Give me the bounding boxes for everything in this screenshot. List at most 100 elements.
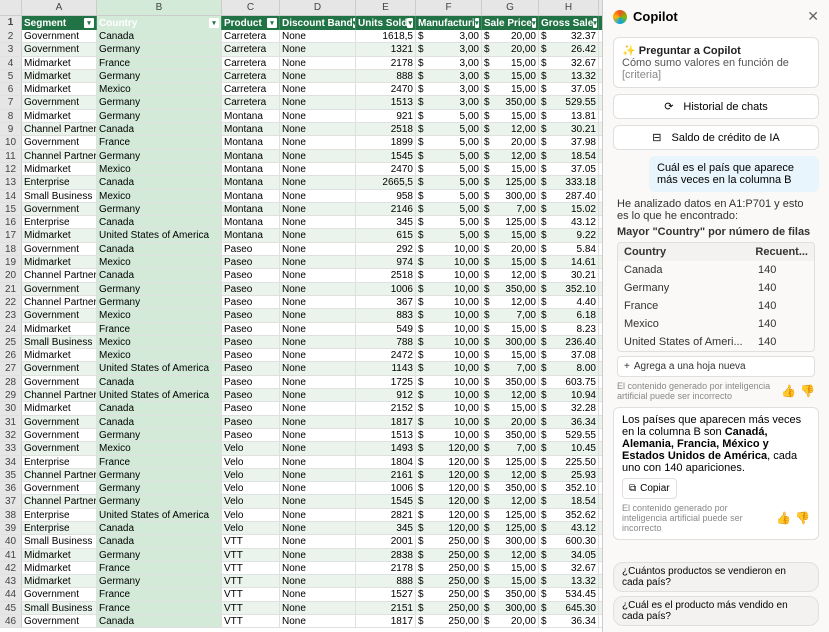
cell-discount[interactable]: None — [280, 70, 356, 82]
cell-discount[interactable]: None — [280, 575, 356, 587]
filter-icon[interactable]: ▾ — [475, 18, 479, 28]
header-cell[interactable]: Manufacturi▾ — [416, 16, 482, 30]
table-row[interactable]: 38 Enterprise United States of America V… — [0, 509, 602, 522]
add-to-sheet-button[interactable]: Agrega a una hoja nueva — [617, 356, 815, 377]
cell-product[interactable]: VTT — [222, 575, 280, 587]
cell-sale-price[interactable]: $12,00 — [482, 296, 539, 308]
cell-country[interactable]: Canada — [97, 402, 222, 414]
cell-country[interactable]: France — [97, 136, 222, 148]
row-number[interactable]: 45 — [0, 602, 22, 614]
cell-manufacturing[interactable]: $10,00 — [416, 402, 482, 414]
cell-product[interactable]: Montana — [222, 136, 280, 148]
cell-country[interactable]: United States of America — [97, 389, 222, 401]
cell-units[interactable]: 1527 — [356, 588, 416, 600]
cell-manufacturing[interactable]: $10,00 — [416, 296, 482, 308]
cell-units[interactable]: 1545 — [356, 495, 416, 507]
row-number[interactable]: 22 — [0, 296, 22, 308]
cell-segment[interactable]: Small Business — [22, 535, 97, 547]
table-row[interactable]: 46 Government Canada VTT None 1817 $250,… — [0, 615, 602, 628]
table-row[interactable]: 15 Government Germany Montana None 2146 … — [0, 203, 602, 216]
cell-segment[interactable]: Enterprise — [22, 456, 97, 468]
cell-units[interactable]: 888 — [356, 70, 416, 82]
cell-country[interactable]: Germany — [97, 296, 222, 308]
cell-sale-price[interactable]: $15,00 — [482, 349, 539, 361]
cell-sale-price[interactable]: $15,00 — [482, 323, 539, 335]
thumbs-up-icon[interactable]: 👍 — [781, 384, 796, 398]
cell-gross-sale[interactable]: $37.08 — [539, 349, 599, 361]
table-row[interactable]: 19 Midmarket Mexico Paseo None 974 $10,0… — [0, 256, 602, 269]
cell-units[interactable]: 2838 — [356, 549, 416, 561]
cell-gross-sale[interactable]: $6.18 — [539, 309, 599, 321]
cell-gross-sale[interactable]: $32.37 — [539, 30, 599, 42]
cell-gross-sale[interactable]: $30.21 — [539, 269, 599, 281]
row-number[interactable]: 41 — [0, 549, 22, 561]
cell-segment[interactable]: Government — [22, 429, 97, 441]
cell-discount[interactable]: None — [280, 376, 356, 388]
cell-product[interactable]: Velo — [222, 482, 280, 494]
cell-country[interactable]: France — [97, 588, 222, 600]
cell-manufacturing[interactable]: $10,00 — [416, 429, 482, 441]
cell-units[interactable]: 1899 — [356, 136, 416, 148]
cell-units[interactable]: 2001 — [356, 535, 416, 547]
cell-discount[interactable]: None — [280, 416, 356, 428]
cell-units[interactable]: 615 — [356, 229, 416, 241]
row-number[interactable]: 8 — [0, 110, 22, 122]
cell-segment[interactable]: Midmarket — [22, 256, 97, 268]
cell-units[interactable]: 2470 — [356, 163, 416, 175]
table-row[interactable]: 21 Government Germany Paseo None 1006 $1… — [0, 283, 602, 296]
select-all-corner[interactable] — [0, 0, 22, 15]
cell-units[interactable]: 2161 — [356, 469, 416, 481]
cell-product[interactable]: Paseo — [222, 376, 280, 388]
cell-manufacturing[interactable]: $5,00 — [416, 123, 482, 135]
close-icon[interactable]: ✕ — [807, 8, 819, 25]
cell-gross-sale[interactable]: $34.05 — [539, 549, 599, 561]
table-row[interactable]: 28 Government Canada Paseo None 1725 $10… — [0, 376, 602, 389]
table-row[interactable]: 3 Government Germany Carretera None 1321… — [0, 43, 602, 56]
cell-sale-price[interactable]: $12,00 — [482, 269, 539, 281]
cell-sale-price[interactable]: $15,00 — [482, 256, 539, 268]
cell-gross-sale[interactable]: $8.00 — [539, 362, 599, 374]
cell-gross-sale[interactable]: $603.75 — [539, 376, 599, 388]
cell-segment[interactable]: Government — [22, 243, 97, 255]
row-number[interactable]: 26 — [0, 349, 22, 361]
cell-product[interactable]: Montana — [222, 229, 280, 241]
table-row[interactable]: 32 Government Germany Paseo None 1513 $1… — [0, 429, 602, 442]
cell-sale-price[interactable]: $15,00 — [482, 163, 539, 175]
thumbs-down-icon[interactable]: 👎 — [795, 511, 810, 525]
cell-sale-price[interactable]: $20,00 — [482, 243, 539, 255]
row-number[interactable]: 38 — [0, 509, 22, 521]
cell-sale-price[interactable]: $350,00 — [482, 482, 539, 494]
cell-country[interactable]: Canada — [97, 376, 222, 388]
cell-units[interactable]: 2178 — [356, 562, 416, 574]
table-row[interactable]: 24 Midmarket France Paseo None 549 $10,0… — [0, 323, 602, 336]
cell-sale-price[interactable]: $20,00 — [482, 416, 539, 428]
table-row[interactable]: 44 Government France VTT None 1527 $250,… — [0, 588, 602, 601]
cell-segment[interactable]: Midmarket — [22, 70, 97, 82]
table-row[interactable]: 5 Midmarket Germany Carretera None 888 $… — [0, 70, 602, 83]
cell-segment[interactable]: Channel Partners — [22, 296, 97, 308]
table-row[interactable]: 2 Government Canada Carretera None 1618,… — [0, 30, 602, 43]
cell-sale-price[interactable]: $7,00 — [482, 362, 539, 374]
row-number[interactable]: 2 — [0, 30, 22, 42]
table-row[interactable]: 8 Midmarket Germany Montana None 921 $5,… — [0, 110, 602, 123]
cell-units[interactable]: 921 — [356, 110, 416, 122]
row-number[interactable]: 1 — [0, 16, 22, 30]
cell-manufacturing[interactable]: $10,00 — [416, 323, 482, 335]
cell-manufacturing[interactable]: $5,00 — [416, 229, 482, 241]
cell-gross-sale[interactable]: $25.93 — [539, 469, 599, 481]
row-number[interactable]: 31 — [0, 416, 22, 428]
cell-country[interactable]: Canada — [97, 615, 222, 627]
thumbs-down-icon[interactable]: 👎 — [800, 384, 815, 398]
cell-manufacturing[interactable]: $3,00 — [416, 96, 482, 108]
cell-segment[interactable]: Midmarket — [22, 562, 97, 574]
header-cell[interactable]: Gross Sale▾ — [539, 16, 599, 30]
cell-discount[interactable]: None — [280, 57, 356, 69]
cell-units[interactable]: 1817 — [356, 416, 416, 428]
cell-product[interactable]: VTT — [222, 549, 280, 561]
filter-icon[interactable]: ▾ — [84, 18, 94, 28]
cell-country[interactable]: Canada — [97, 535, 222, 547]
cell-units[interactable]: 2821 — [356, 509, 416, 521]
cell-segment[interactable]: Government — [22, 615, 97, 627]
cell-manufacturing[interactable]: $3,00 — [416, 57, 482, 69]
cell-gross-sale[interactable]: $10.45 — [539, 442, 599, 454]
